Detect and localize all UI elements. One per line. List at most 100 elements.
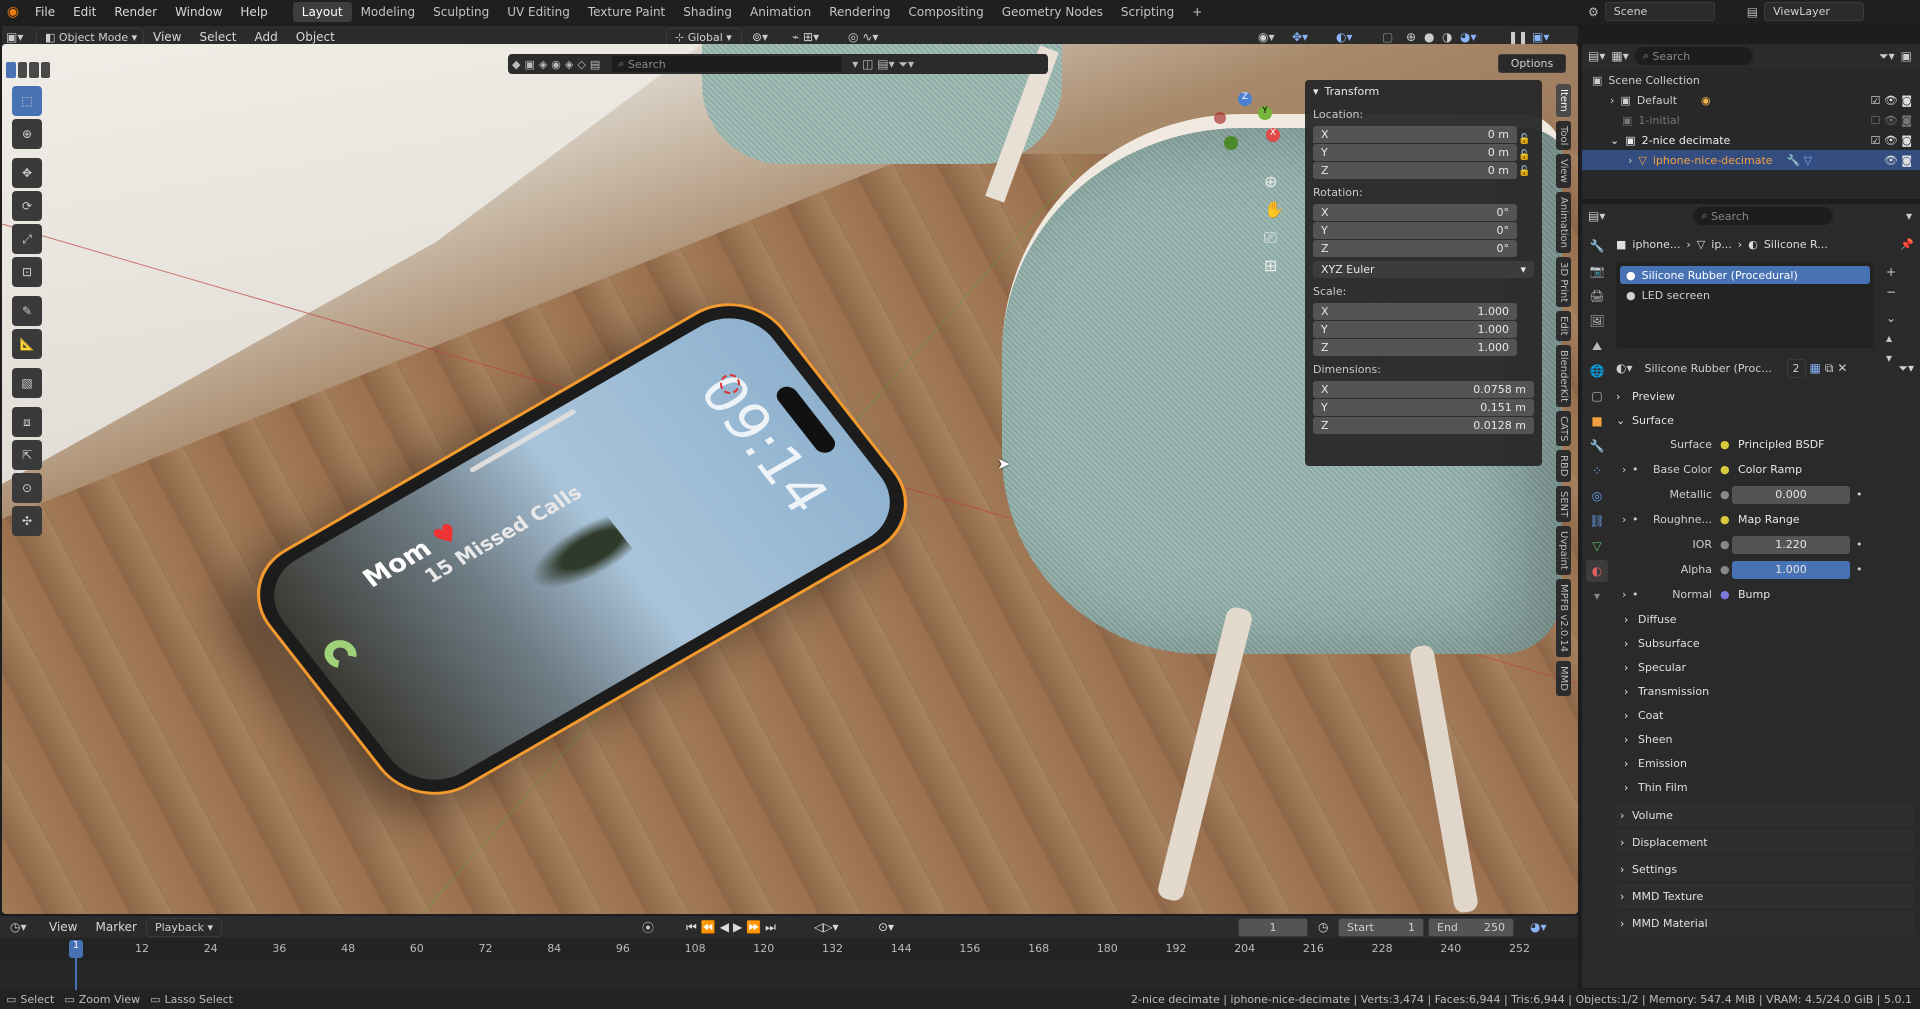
expand-icon[interactable]: › bbox=[1616, 588, 1632, 601]
menu-object[interactable]: Object bbox=[287, 30, 344, 44]
keyframe-icon[interactable]: • bbox=[1856, 538, 1863, 551]
outliner-search-input[interactable]: ⌕ Search bbox=[1634, 47, 1753, 65]
clock-icon[interactable]: ◷ bbox=[1318, 920, 1328, 934]
scale-y-field[interactable]: Y 1.000 bbox=[1313, 321, 1517, 338]
data-tab-icon[interactable]: ▽ bbox=[1586, 535, 1608, 557]
sidebar-tab-mmd[interactable]: MMD bbox=[1556, 660, 1571, 696]
visibility-icons[interactable]: ☑ 👁 ◙ bbox=[1871, 134, 1913, 147]
socket-icon[interactable]: ● bbox=[1720, 563, 1732, 576]
visibility-icons[interactable]: ☑ 👁 ◙ bbox=[1871, 94, 1913, 107]
section-mmd-material[interactable]: › MMD Material bbox=[1616, 911, 1914, 935]
subsection-coat[interactable]: › Coat bbox=[1616, 703, 1914, 727]
sidebar-tab-cats[interactable]: CATS bbox=[1556, 410, 1571, 447]
snap-icon[interactable]: ⌁ ⊞▾ bbox=[792, 30, 819, 44]
select-mode-extend-icon[interactable] bbox=[17, 62, 27, 78]
tab-animation[interactable]: Animation bbox=[741, 2, 820, 22]
unlink-icon[interactable]: ✕ bbox=[1837, 361, 1847, 375]
filter-icon[interactable]: ⏷▾ bbox=[1879, 49, 1895, 64]
playback-controls[interactable]: ⏮⏪◀▶⏩⏭ bbox=[686, 920, 780, 935]
cursor-tool-icon[interactable]: ⊕ bbox=[12, 119, 42, 149]
outliner-item-1-initial[interactable]: 1-initial bbox=[1638, 114, 1679, 127]
sidebar-tab-blenderkit[interactable]: BlenderKit bbox=[1556, 344, 1571, 407]
select-mode-intersect-icon[interactable] bbox=[40, 62, 50, 78]
timeline-menu-marker[interactable]: Marker bbox=[86, 920, 145, 934]
gizmo-z-icon[interactable]: Z bbox=[1238, 92, 1252, 106]
socket-icon[interactable]: ● bbox=[1720, 438, 1732, 451]
frame-ruler[interactable]: 1 12 24 36 48 60 72 84 96 108 120 132 144 156 168 180 19… bbox=[0, 938, 1578, 960]
particles-tab-icon[interactable]: ⁘ bbox=[1586, 460, 1608, 482]
filter-icons[interactable]: ◆▣◈◉◈◇▤ bbox=[512, 58, 604, 71]
display-mode-icon[interactable]: ▦▾ bbox=[1611, 49, 1628, 63]
pause-icon[interactable]: ❚❚ bbox=[1508, 30, 1528, 44]
subsection-emission[interactable]: › Emission bbox=[1616, 751, 1914, 775]
ortho-grid-icon[interactable]: ⊞ bbox=[1264, 256, 1286, 284]
sidebar-tab-uvpaint[interactable]: Uvpaint bbox=[1556, 525, 1571, 575]
breadcrumb-mesh[interactable]: ip... bbox=[1711, 238, 1732, 251]
section-surface[interactable]: ⌄ Surface bbox=[1616, 408, 1914, 432]
outliner-item-default[interactable]: Default bbox=[1637, 94, 1677, 107]
tool-extra-1-icon[interactable]: ⧈ bbox=[12, 407, 42, 437]
subsection-sheen[interactable]: › Sheen bbox=[1616, 727, 1914, 751]
breadcrumb-object[interactable]: iphone... bbox=[1632, 238, 1680, 251]
tab-compositing[interactable]: Compositing bbox=[899, 2, 992, 22]
current-frame-field[interactable]: 1 bbox=[1238, 917, 1308, 937]
gizmo-x-icon[interactable]: X bbox=[1266, 128, 1280, 142]
tool-extra-3-icon[interactable]: ⊙ bbox=[12, 473, 42, 503]
menu-select[interactable]: Select bbox=[190, 30, 245, 44]
properties-search-input[interactable]: ⌕ Search bbox=[1693, 207, 1834, 225]
collapse-icon[interactable]: ▾ bbox=[1313, 85, 1319, 98]
section-volume[interactable]: › Volume bbox=[1616, 803, 1914, 827]
scale-z-field[interactable]: Z 1.000 bbox=[1313, 339, 1517, 356]
proportional-edit-icon[interactable]: ◎ ∿▾ bbox=[848, 30, 878, 44]
material-tab-icon[interactable]: ◐ bbox=[1586, 560, 1608, 582]
3d-cursor-icon[interactable] bbox=[720, 374, 740, 394]
overlay-icon[interactable]: ◐▾ bbox=[1336, 30, 1353, 44]
editor-type-icon[interactable]: ▣▾ bbox=[6, 30, 36, 44]
visibility-icon[interactable]: ◉▾ bbox=[1258, 30, 1275, 44]
socket-icon[interactable]: ● bbox=[1720, 588, 1732, 601]
record-icon[interactable]: ⦿ bbox=[642, 919, 654, 936]
auto-key-icon[interactable]: ⊙▾ bbox=[878, 920, 894, 934]
start-frame-field[interactable]: Start 1 bbox=[1338, 917, 1424, 937]
timeline-menu-view[interactable]: View bbox=[40, 920, 86, 934]
rotation-z-field[interactable]: Z 0° bbox=[1313, 240, 1517, 257]
row-value[interactable]: Principled BSDF bbox=[1732, 435, 1850, 454]
xray-icon[interactable]: ▢ bbox=[1382, 30, 1393, 44]
outliner-editor-icon[interactable]: ▤▾ bbox=[1588, 49, 1605, 63]
blender-logo-icon[interactable]: ◉ bbox=[0, 4, 26, 20]
scale-tool-icon[interactable]: ⤢ bbox=[12, 224, 42, 254]
move-up-icon[interactable]: ▴ bbox=[1886, 328, 1896, 348]
transform-tool-icon[interactable]: ⊡ bbox=[12, 257, 42, 287]
zoom-icon[interactable]: ⊕ bbox=[1264, 172, 1286, 200]
duplicate-icon[interactable]: ⧉ bbox=[1825, 361, 1834, 376]
rotate-tool-icon[interactable]: ⟳ bbox=[12, 191, 42, 221]
bookmark-icon[interactable]: ▾ ◫ ▤▾ ⏷▾ bbox=[852, 57, 914, 72]
tab-texture-paint[interactable]: Texture Paint bbox=[579, 2, 674, 22]
row-value[interactable]: 1.000 bbox=[1732, 560, 1850, 579]
new-collection-icon[interactable]: ▣ bbox=[1901, 49, 1912, 63]
tab-scripting[interactable]: Scripting bbox=[1112, 2, 1183, 22]
socket-icon[interactable]: ● bbox=[1720, 513, 1732, 526]
tool-extra-2-icon[interactable]: ⇱ bbox=[12, 440, 42, 470]
expand-icon[interactable]: › bbox=[1616, 513, 1632, 526]
add-workspace-icon[interactable]: + bbox=[1183, 2, 1211, 22]
lock-icon[interactable]: 🔓 bbox=[1518, 164, 1534, 180]
sidebar-tab-item[interactable]: Item bbox=[1556, 84, 1571, 117]
tool-extra-4-icon[interactable]: ✣ bbox=[12, 506, 42, 536]
outliner-item-2-nice-decimate[interactable]: 2-nice decimate bbox=[1642, 134, 1731, 147]
timeline-view-icon[interactable]: ◕▾ bbox=[1530, 920, 1547, 934]
select-box-tool-icon[interactable]: ⬚ bbox=[12, 86, 42, 116]
layout-icon[interactable]: ▣▾ bbox=[1532, 30, 1549, 44]
menu-edit[interactable]: Edit bbox=[64, 5, 105, 19]
material-slot[interactable]: ● Silicone Rubber (Procedural) bbox=[1620, 266, 1870, 284]
add-cube-tool-icon[interactable]: ▧ bbox=[12, 368, 42, 398]
row-value[interactable]: Bump bbox=[1732, 585, 1850, 604]
measure-tool-icon[interactable]: 📐 bbox=[12, 329, 42, 359]
add-slot-icon[interactable]: + bbox=[1886, 262, 1896, 282]
scene-selector[interactable]: Scene bbox=[1604, 2, 1715, 21]
sidebar-tab-edit[interactable]: Edit bbox=[1556, 311, 1571, 341]
dimensions-x-field[interactable]: X 0.0758 m bbox=[1313, 381, 1534, 398]
rotation-x-field[interactable]: X 0° bbox=[1313, 204, 1517, 221]
menu-window[interactable]: Window bbox=[166, 5, 231, 19]
menu-help[interactable]: Help bbox=[231, 5, 276, 19]
